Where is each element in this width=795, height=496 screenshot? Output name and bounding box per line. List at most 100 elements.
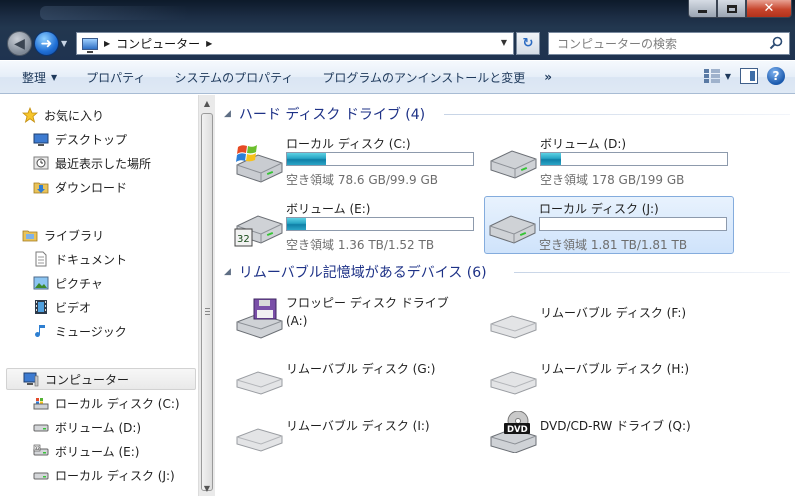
breadcrumb-separator-icon[interactable]: ▶ bbox=[206, 39, 212, 48]
search-icon[interactable] bbox=[769, 36, 783, 50]
drive-usage-fill bbox=[287, 153, 327, 165]
title-bar: ✕ bbox=[0, 0, 795, 28]
address-bar[interactable]: ▶ コンピューター ▶ ▼ bbox=[76, 32, 514, 55]
search-box[interactable] bbox=[548, 32, 790, 55]
organize-label: 整理 bbox=[22, 70, 47, 85]
search-input[interactable] bbox=[557, 36, 757, 51]
nav-pictures-label: ピクチャ bbox=[55, 276, 103, 291]
hard-drives-title: ハード ディスク ドライブ (4) bbox=[238, 107, 426, 123]
content-pane: ◢ ハード ディスク ドライブ (4) ローカル ディスク (C:) 空き領域 … bbox=[216, 95, 795, 496]
removable-disk-icon bbox=[490, 315, 537, 339]
change-view-button[interactable]: ▼ bbox=[703, 69, 731, 83]
group-header-hard-drives[interactable]: ◢ ハード ディスク ドライブ (4) bbox=[224, 103, 425, 125]
drive-usage-bar bbox=[540, 152, 728, 166]
nav-libraries[interactable]: ライブラリ bbox=[22, 224, 220, 246]
drive-free-space: 空き領域 178 GB/199 GB bbox=[540, 173, 685, 187]
nav-computer[interactable]: コンピューター bbox=[6, 368, 196, 390]
breadcrumb-computer[interactable]: コンピューター bbox=[116, 35, 200, 52]
back-arrow-icon: ◀ bbox=[14, 35, 25, 52]
more-commands-button[interactable]: » bbox=[536, 61, 560, 93]
collapse-triangle-icon[interactable]: ◢ bbox=[224, 109, 231, 119]
nav-music-label: ミュージック bbox=[55, 324, 127, 339]
drive-tile-c[interactable]: ローカル ディスク (C:) 空き領域 78.6 GB/99.9 GB bbox=[232, 132, 482, 190]
hard-drive-icon bbox=[33, 424, 49, 432]
collapse-triangle-icon[interactable]: ◢ bbox=[224, 267, 231, 277]
close-icon: ✕ bbox=[763, 1, 775, 16]
nav-favorites[interactable]: お気に入り bbox=[22, 104, 220, 126]
address-dropdown-icon[interactable]: ▼ bbox=[501, 38, 507, 47]
close-button[interactable]: ✕ bbox=[746, 0, 792, 18]
group-header-removable[interactable]: ◢ リムーバブル記憶域があるデバイス (6) bbox=[224, 261, 487, 283]
nav-recent-label: 最近表示した場所 bbox=[55, 156, 152, 171]
organize-menu[interactable]: 整理 ▼ bbox=[0, 61, 68, 93]
properties-button[interactable]: プロパティ bbox=[68, 61, 156, 93]
nav-videos-label: ビデオ bbox=[55, 300, 92, 315]
drive-name: ボリューム (D:) bbox=[540, 137, 627, 151]
drive-usage-bar bbox=[286, 217, 474, 231]
removable-disk-icon bbox=[236, 428, 283, 452]
recent-pages-dropdown[interactable]: ▼ bbox=[61, 39, 67, 48]
hard-drive-icon bbox=[489, 215, 536, 244]
uninstall-program-button[interactable]: プログラムのアンインストールと変更 bbox=[304, 61, 536, 93]
device-tile-h[interactable]: リムーバブル ディスク (H:) bbox=[486, 349, 736, 399]
nav-drive-d-label: ボリューム (D:) bbox=[55, 420, 142, 435]
music-note-icon bbox=[35, 325, 45, 337]
refresh-button[interactable]: ↻ bbox=[516, 32, 540, 55]
device-tile-i[interactable]: リムーバブル ディスク (I:) bbox=[232, 406, 482, 456]
view-controls: ▼ ? bbox=[703, 67, 785, 85]
scroll-down-icon[interactable]: ▼ bbox=[199, 480, 215, 496]
maximize-button[interactable] bbox=[717, 0, 746, 18]
nav-drive-c-label: ローカル ディスク (C:) bbox=[55, 396, 180, 411]
svg-text:32: 32 bbox=[35, 446, 41, 451]
hard-drive-icon: 32 bbox=[33, 444, 49, 456]
drive-free-space: 空き領域 78.6 GB/99.9 GB bbox=[286, 173, 438, 187]
maximize-icon bbox=[726, 4, 737, 13]
forward-button[interactable]: ➜ bbox=[34, 31, 59, 56]
system-properties-button[interactable]: システムのプロパティ bbox=[156, 61, 304, 93]
view-options-icon bbox=[703, 69, 720, 83]
scroll-grip-icon bbox=[205, 308, 210, 316]
recent-places-icon bbox=[33, 156, 49, 170]
minimize-button[interactable] bbox=[688, 0, 717, 18]
navigation-pane: お気に入り デスクトップ 最近表示した場所 ダウンロード ライブラリ ドキュメン… bbox=[0, 95, 215, 496]
drive-free-space: 空き領域 1.81 TB/1.81 TB bbox=[539, 238, 688, 252]
preview-pane-button[interactable] bbox=[740, 68, 758, 84]
drive-tile-e[interactable]: 32 ボリューム (E:) 空き領域 1.36 TB/1.52 TB bbox=[232, 197, 482, 255]
chevron-down-icon[interactable]: ▼ bbox=[725, 72, 731, 81]
drive-name: ローカル ディスク (J:) bbox=[539, 202, 659, 216]
scrollbar-thumb[interactable] bbox=[201, 113, 213, 491]
nav-scrollbar[interactable]: ▲ ▼ bbox=[198, 95, 215, 496]
device-tile-q[interactable]: DVD DVD/CD-RW ドライブ (Q:) bbox=[486, 406, 736, 456]
nav-libraries-label: ライブラリ bbox=[44, 228, 105, 243]
nav-drive-j-label: ローカル ディスク (J:) bbox=[55, 468, 175, 483]
help-button[interactable]: ? bbox=[767, 67, 785, 85]
back-button[interactable]: ◀ bbox=[7, 31, 32, 56]
device-name-line2: (A:) bbox=[286, 314, 308, 328]
device-tile-f[interactable]: リムーバブル ディスク (F:) bbox=[486, 293, 736, 343]
drive-usage-bar bbox=[286, 152, 474, 166]
computer-icon bbox=[82, 37, 98, 53]
drive-tile-d[interactable]: ボリューム (D:) 空き領域 178 GB/199 GB bbox=[486, 132, 736, 190]
forward-arrow-icon: ➜ bbox=[40, 35, 53, 52]
drive-tile-j[interactable]: ローカル ディスク (J:) 空き領域 1.81 TB/1.81 TB bbox=[484, 196, 734, 254]
floppy-drive-icon bbox=[236, 298, 283, 339]
windows-drive-icon bbox=[33, 398, 49, 410]
device-tile-g[interactable]: リムーバブル ディスク (G:) bbox=[232, 349, 482, 399]
breadcrumb-separator-icon[interactable]: ▶ bbox=[104, 39, 110, 48]
address-row: ◀ ➜ ▼ ▶ コンピューター ▶ ▼ ↻ bbox=[0, 28, 795, 60]
device-name: フロッピー ディスク ドライブ bbox=[286, 296, 449, 310]
hard-drive-icon bbox=[33, 472, 49, 480]
nav-computer-label: コンピューター bbox=[45, 372, 130, 387]
removable-disk-icon bbox=[490, 371, 537, 395]
dvd-drive-icon: DVD bbox=[490, 411, 537, 453]
device-tile-floppy[interactable]: フロッピー ディスク ドライブ (A:) bbox=[232, 293, 482, 343]
windows-drive-icon bbox=[236, 145, 283, 183]
device-name: リムーバブル ディスク (F:) bbox=[540, 306, 687, 320]
device-name: リムーバブル ディスク (H:) bbox=[540, 362, 690, 376]
minimize-icon bbox=[698, 10, 707, 13]
title-bar-glass bbox=[40, 6, 190, 20]
refresh-icon: ↻ bbox=[522, 36, 534, 51]
document-icon bbox=[35, 251, 47, 267]
computer-icon bbox=[23, 372, 39, 387]
scroll-up-icon[interactable]: ▲ bbox=[199, 95, 215, 111]
